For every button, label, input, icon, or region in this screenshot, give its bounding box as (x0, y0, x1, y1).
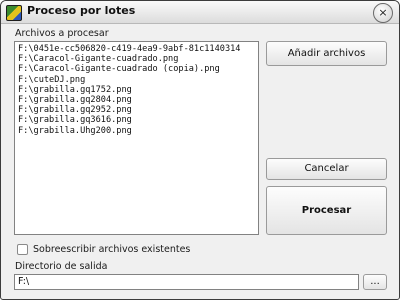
close-icon[interactable]: × (373, 3, 393, 23)
file-list-item[interactable]: F:\grabilla.gq1752.png (15, 85, 258, 95)
files-label: Archivos a procesar (15, 28, 109, 39)
file-list[interactable]: F:\0451e-cc506820-c419-4ea9-9abf-81c1140… (14, 41, 259, 235)
app-icon (6, 5, 22, 21)
file-list-item[interactable]: F:\grabilla.gq2952.png (15, 105, 258, 115)
output-dir-label: Directorio de salida (15, 261, 108, 272)
file-list-item[interactable]: F:\0451e-cc506820-c419-4ea9-9abf-81c1140… (15, 44, 258, 54)
process-button[interactable]: Procesar (266, 186, 387, 235)
window-title: Proceso por lotes (27, 4, 136, 17)
file-list-item[interactable]: F:\grabilla.gq2804.png (15, 95, 258, 105)
browse-button[interactable]: ... (363, 274, 387, 290)
output-dir-field[interactable]: F:\ (14, 274, 359, 290)
file-list-item[interactable]: F:\Caracol-Gigante-cuadrado (copia).png (15, 64, 258, 74)
file-list-item[interactable]: F:\grabilla.gq3616.png (15, 115, 258, 125)
add-files-button[interactable]: Añadir archivos (266, 41, 387, 66)
cancel-button[interactable]: Cancelar (266, 158, 387, 180)
overwrite-label: Sobreescribir archivos existentes (33, 244, 191, 255)
file-list-item[interactable]: F:\cuteDJ.png (15, 75, 258, 85)
overwrite-checkbox[interactable] (17, 244, 28, 255)
title-bar: Proceso por lotes × (1, 1, 399, 24)
file-list-item[interactable]: F:\Caracol-Gigante-cuadrado.png (15, 54, 258, 64)
file-list-item[interactable]: F:\grabilla.Uhg200.png (15, 126, 258, 136)
batch-process-dialog: Proceso por lotes × Archivos a procesar … (0, 0, 400, 300)
